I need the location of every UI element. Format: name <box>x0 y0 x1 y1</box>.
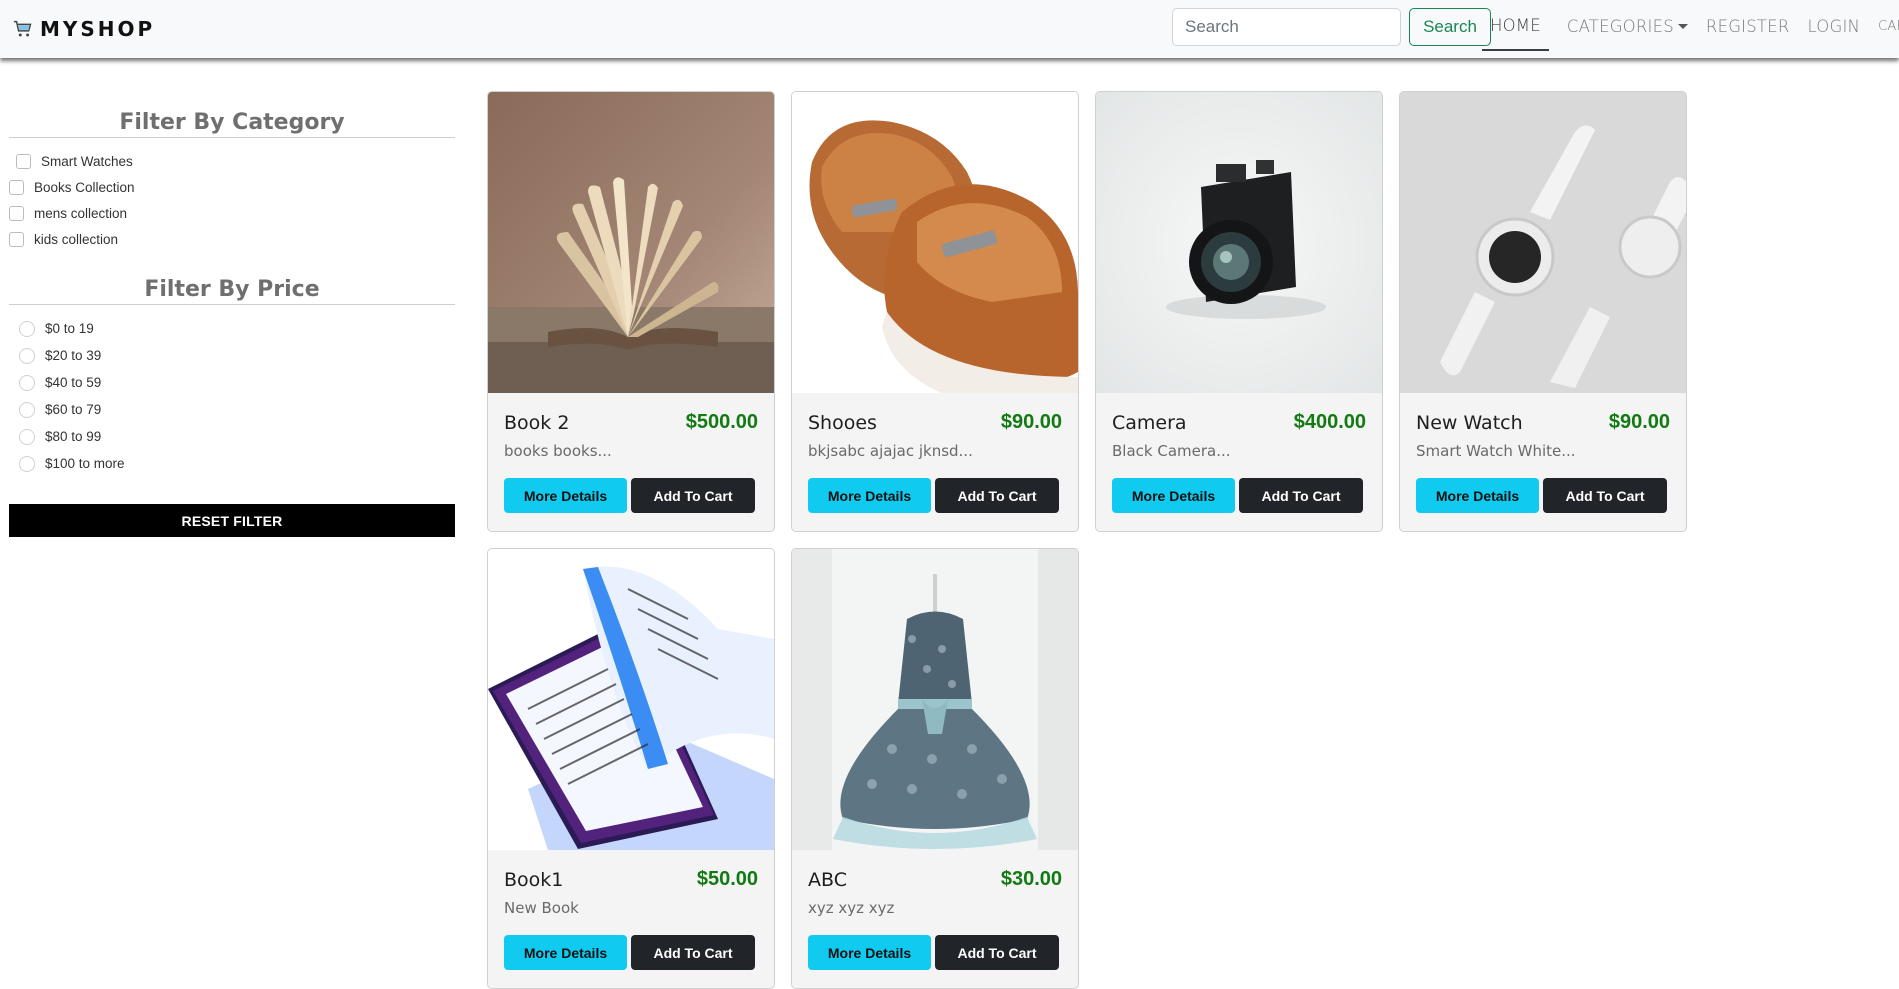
radio-button[interactable] <box>19 428 35 445</box>
more-details-button[interactable]: More Details <box>504 935 627 970</box>
checkbox[interactable] <box>9 231 24 247</box>
main-nav: HOME CATEGORIES REGISTER LOGIN CART 0 <box>1482 0 1899 52</box>
product-name: Book1 <box>504 868 564 891</box>
price-label: $80 to 99 <box>45 429 102 444</box>
price-radio-item[interactable]: $40 to 59 <box>9 369 455 396</box>
product-price: $500.00 <box>685 411 758 433</box>
shopping-cart-icon <box>13 20 32 37</box>
add-to-cart-button[interactable]: Add To Cart <box>631 935 755 970</box>
category-filter-list: Smart Watches Books Collection mens coll… <box>9 148 455 252</box>
category-checkbox-item[interactable]: kids collection <box>9 226 455 252</box>
product-card: Camera $400.00 Black Camera... More Deta… <box>1095 91 1383 532</box>
product-price: $90.00 <box>1000 411 1062 433</box>
price-radio-item[interactable]: $0 to 19 <box>9 315 455 342</box>
price-radio-item[interactable]: $20 to 39 <box>9 342 455 369</box>
search-form: Search <box>1172 8 1491 46</box>
product-price: $50.00 <box>696 868 758 890</box>
category-label: kids collection <box>34 231 119 247</box>
radio-button[interactable] <box>19 374 35 391</box>
nav-cart[interactable]: CART 0 <box>1878 1 1899 51</box>
category-label: mens collection <box>34 205 128 221</box>
product-name: Shooes <box>808 411 877 434</box>
caret-down-icon <box>1677 23 1688 29</box>
category-label: Smart Watches <box>41 153 133 169</box>
radio-button[interactable] <box>19 455 35 472</box>
price-radio-item[interactable]: $60 to 79 <box>9 396 455 423</box>
product-image-loafers[interactable] <box>792 92 1078 393</box>
product-image-camera[interactable] <box>1096 92 1382 393</box>
search-input[interactable] <box>1172 8 1401 46</box>
more-details-button[interactable]: More Details <box>504 478 627 513</box>
more-details-button[interactable]: More Details <box>1416 478 1539 513</box>
product-price: $400.00 <box>1293 411 1366 433</box>
product-card: Shooes $90.00 bkjsabc ajajac jknsd... Mo… <box>791 91 1079 532</box>
add-to-cart-button[interactable]: Add To Cart <box>631 478 755 513</box>
product-price: $90.00 <box>1608 411 1670 433</box>
nav-register[interactable]: REGISTER <box>1706 1 1790 51</box>
price-filter-title: Filter By Price <box>9 277 455 305</box>
price-label: $60 to 79 <box>45 402 102 417</box>
more-details-button[interactable]: More Details <box>1112 478 1235 513</box>
product-card: Book 2 $500.00 books books... More Detai… <box>487 91 775 532</box>
checkbox[interactable] <box>16 153 31 169</box>
product-description: books books... <box>504 442 612 460</box>
product-description: Smart Watch White... <box>1416 442 1576 460</box>
product-description: xyz xyz xyz <box>808 899 895 917</box>
product-price: $30.00 <box>1000 868 1062 890</box>
product-description: New Book <box>504 899 579 917</box>
search-button[interactable]: Search <box>1409 8 1491 46</box>
add-to-cart-button[interactable]: Add To Cart <box>935 935 1059 970</box>
product-image-white-watch[interactable] <box>1400 92 1686 393</box>
brand-logo[interactable]: MYSHOP <box>12 15 155 43</box>
product-description: bkjsabc ajajac jknsd... <box>808 442 973 460</box>
reset-filter-button[interactable]: RESET FILTER <box>9 504 455 537</box>
nav-login[interactable]: LOGIN <box>1808 1 1861 51</box>
product-image-open-book[interactable] <box>488 92 774 393</box>
nav-categories-dropdown[interactable]: CATEGORIES <box>1567 1 1688 51</box>
add-to-cart-button[interactable]: Add To Cart <box>1543 478 1667 513</box>
checkbox[interactable] <box>9 205 24 221</box>
more-details-button[interactable]: More Details <box>808 478 931 513</box>
price-label: $100 to more <box>45 456 125 471</box>
nav-cart-label: CART <box>1878 18 1899 34</box>
nav-categories-label: CATEGORIES <box>1566 16 1674 36</box>
category-label: Books Collection <box>34 179 135 195</box>
category-checkbox-item[interactable]: mens collection <box>9 200 455 226</box>
radio-button[interactable] <box>19 320 35 337</box>
add-to-cart-button[interactable]: Add To Cart <box>935 478 1059 513</box>
product-name: Book 2 <box>504 411 570 434</box>
category-checkbox-item[interactable]: Books Collection <box>9 174 455 200</box>
product-card: New Watch $90.00 Smart Watch White... Mo… <box>1399 91 1687 532</box>
product-card: Book1 $50.00 New Book More Details Add T… <box>487 548 775 989</box>
top-navbar: MYSHOP Search HOME CATEGORIES REGISTER L… <box>0 0 1899 58</box>
product-description: Black Camera... <box>1112 442 1231 460</box>
price-label: $0 to 19 <box>45 321 94 336</box>
price-radio-item[interactable]: $80 to 99 <box>9 423 455 450</box>
add-to-cart-button[interactable]: Add To Cart <box>1239 478 1363 513</box>
product-image-ebook-tablet[interactable] <box>488 549 774 850</box>
radio-button[interactable] <box>19 347 35 364</box>
product-name: Camera <box>1112 411 1187 434</box>
price-radio-item[interactable]: $100 to more <box>9 450 455 477</box>
nav-home[interactable]: HOME <box>1482 1 1549 51</box>
checkbox[interactable] <box>9 179 24 195</box>
product-image-kids-dress[interactable] <box>792 549 1078 850</box>
product-name: ABC <box>808 868 847 891</box>
filter-sidebar: Filter By Category Smart Watches Books C… <box>9 110 455 537</box>
product-name: New Watch <box>1416 411 1523 434</box>
product-card: ABC $30.00 xyz xyz xyz More Details Add … <box>791 548 1079 989</box>
category-filter-title: Filter By Category <box>9 110 455 138</box>
more-details-button[interactable]: More Details <box>808 935 931 970</box>
price-label: $40 to 59 <box>45 375 102 390</box>
price-filter-list: $0 to 19 $20 to 39 $40 to 59 $60 to 79 $… <box>9 315 455 477</box>
price-label: $20 to 39 <box>45 348 102 363</box>
brand-text: MYSHOP <box>40 17 156 41</box>
radio-button[interactable] <box>19 401 35 418</box>
category-checkbox-item[interactable]: Smart Watches <box>9 148 455 174</box>
